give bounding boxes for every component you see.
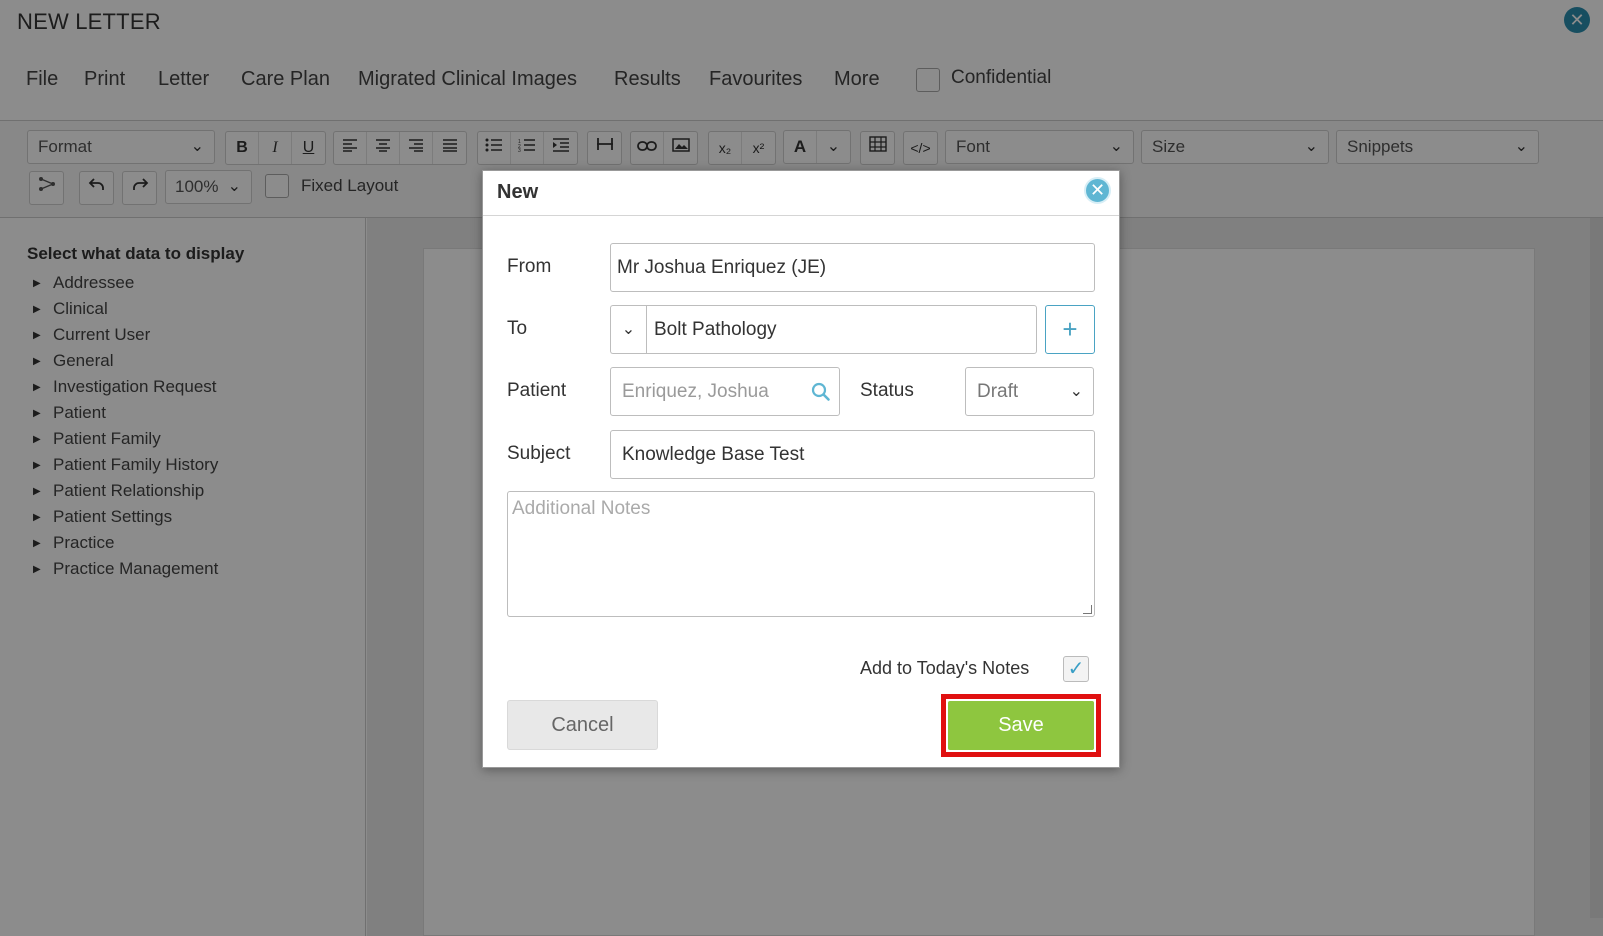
- patient-field-placeholder: Enriquez, Joshua: [622, 381, 769, 402]
- save-button[interactable]: Save: [948, 701, 1094, 750]
- status-value: Draft: [977, 381, 1019, 402]
- checkmark-icon: ✓: [1067, 658, 1085, 680]
- resize-handle-icon[interactable]: [1083, 605, 1092, 614]
- save-highlight: Save: [941, 694, 1101, 757]
- to-label: To: [507, 318, 528, 339]
- subject-field[interactable]: Knowledge Base Test: [610, 430, 1095, 479]
- status-select[interactable]: Draft ⌄: [965, 367, 1094, 416]
- patient-field[interactable]: Enriquez, Joshua: [610, 367, 840, 416]
- search-icon[interactable]: [811, 368, 831, 415]
- subject-label: Subject: [507, 443, 571, 464]
- dialog-title: New: [497, 181, 539, 203]
- cancel-button[interactable]: Cancel: [507, 700, 658, 750]
- dialog-header: New ✕: [483, 171, 1119, 216]
- add-to-notes-label: Add to Today's Notes: [860, 658, 1030, 678]
- from-label: From: [507, 256, 552, 277]
- add-recipient-button[interactable]: +: [1045, 305, 1095, 354]
- additional-notes-textarea[interactable]: Additional Notes: [507, 491, 1095, 617]
- dialog-close-icon[interactable]: ✕: [1084, 177, 1111, 204]
- to-dropdown-chevron-icon[interactable]: ⌄: [610, 305, 646, 354]
- add-to-notes-checkbox[interactable]: ✓: [1063, 656, 1089, 682]
- new-letter-dialog: New ✕ From Mr Joshua Enriquez (JE) To ⌄ …: [482, 170, 1120, 768]
- to-field[interactable]: Bolt Pathology: [646, 305, 1037, 354]
- chevron-down-icon: ⌄: [1069, 383, 1083, 400]
- notes-placeholder: Additional Notes: [512, 498, 651, 519]
- status-label: Status: [860, 380, 914, 401]
- patient-label: Patient: [507, 380, 567, 401]
- from-field[interactable]: Mr Joshua Enriquez (JE): [610, 243, 1095, 292]
